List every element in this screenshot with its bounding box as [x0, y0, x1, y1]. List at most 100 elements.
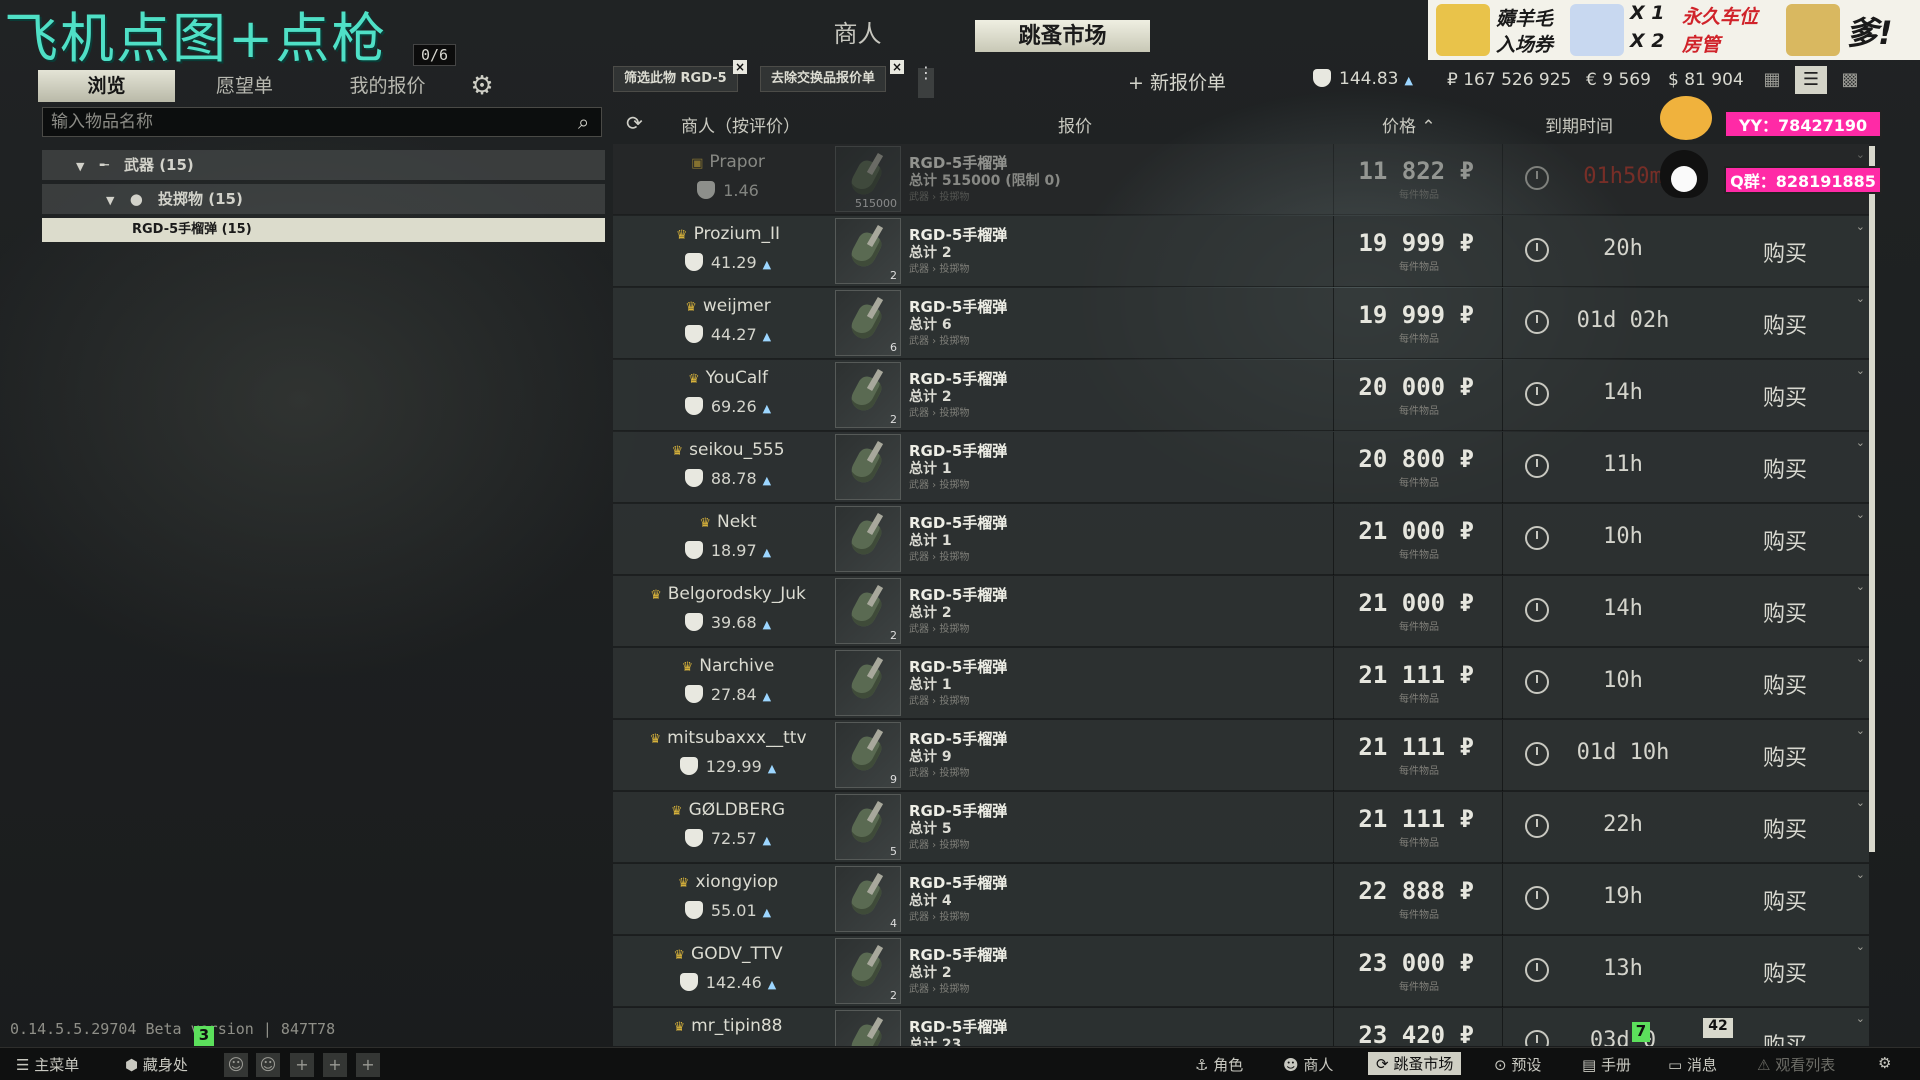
- tab-my-offers[interactable]: 我的报价: [330, 70, 445, 102]
- buy-button[interactable]: 购买: [1703, 236, 1867, 268]
- player-slot-icon[interactable]: ☺: [224, 1053, 248, 1077]
- item-thumbnail[interactable]: [835, 1010, 901, 1046]
- search-icon[interactable]: ⌕: [578, 110, 589, 134]
- offer-row[interactable]: ♛ Belgorodsky_Juk 39.68 ▲ 2 RGD-5手榴弹 总计 2 …: [613, 576, 1869, 647]
- seller-name[interactable]: ♛ YouCalf: [613, 368, 843, 388]
- add-slot-icon[interactable]: +: [290, 1053, 314, 1077]
- tree-weapons[interactable]: ▼ ╾ 武器 (15): [42, 150, 605, 180]
- seller-name[interactable]: ♛ GØLDBERG: [613, 800, 843, 820]
- buy-button[interactable]: 购买: [1703, 524, 1867, 556]
- seller-name[interactable]: ♛ mitsubaxxx__ttv: [613, 728, 843, 748]
- refresh-icon[interactable]: ⟳: [626, 111, 643, 135]
- item-thumbnail[interactable]: 515000: [835, 146, 901, 212]
- offer-row[interactable]: ♛ xiongyiop 55.01 ▲ 4 RGD-5手榴弹 总计 4 武器 › 投…: [613, 864, 1869, 935]
- settings-gear-icon[interactable]: ⚙: [1878, 1054, 1891, 1072]
- add-slot-icon[interactable]: +: [323, 1053, 347, 1077]
- close-icon[interactable]: ×: [890, 60, 904, 74]
- item-thumbnail[interactable]: 2: [835, 938, 901, 1004]
- column-offer[interactable]: 报价: [1058, 112, 1092, 137]
- seller-name[interactable]: ♛ mr_tipin88: [613, 1016, 843, 1036]
- scrollbar[interactable]: [1869, 146, 1875, 852]
- item-thumbnail[interactable]: 5: [835, 794, 901, 860]
- item-thumbnail[interactable]: [835, 506, 901, 572]
- item-thumbnail[interactable]: [835, 434, 901, 500]
- item-thumbnail[interactable]: 6: [835, 290, 901, 356]
- seller-name[interactable]: ♛ xiongyiop: [613, 872, 843, 892]
- chevron-down-icon[interactable]: ⌄: [1856, 436, 1865, 449]
- item-thumbnail[interactable]: 2: [835, 362, 901, 428]
- character-button[interactable]: ⚓ 角色: [1195, 1054, 1243, 1075]
- offer-row[interactable]: ♛ GODV_TTV 142.46 ▲ 2 RGD-5手榴弹 总计 2 武器 › 投…: [613, 936, 1869, 1007]
- item-thumbnail[interactable]: 2: [835, 218, 901, 284]
- item-thumbnail[interactable]: [835, 650, 901, 716]
- chevron-down-icon[interactable]: ⌄: [1856, 652, 1865, 665]
- add-slot-icon[interactable]: +: [356, 1053, 380, 1077]
- column-seller[interactable]: 商人（按评价）: [681, 112, 800, 137]
- new-offer-button[interactable]: + 新报价单: [1128, 68, 1226, 95]
- chevron-down-icon[interactable]: ⌄: [1856, 364, 1865, 377]
- seller-name[interactable]: ♛ Narchive: [613, 656, 843, 676]
- buy-button[interactable]: 购买: [1703, 740, 1867, 772]
- tab-traders[interactable]: 商人: [800, 14, 915, 54]
- buy-button[interactable]: 购买: [1703, 596, 1867, 628]
- chevron-down-icon[interactable]: ⌄: [1856, 868, 1865, 881]
- offer-row[interactable]: ♛ Narchive 27.84 ▲ RGD-5手榴弹 总计 1 武器 › 投掷物 …: [613, 648, 1869, 719]
- tree-rgd5[interactable]: RGD-5手榴弹 (15): [42, 218, 605, 242]
- buy-button[interactable]: 购买: [1703, 452, 1867, 484]
- traders-button[interactable]: ☻ 商人: [1283, 1054, 1333, 1075]
- item-thumbnail[interactable]: 2: [835, 578, 901, 644]
- buy-button[interactable]: 购买: [1703, 884, 1867, 916]
- seller-name[interactable]: ♛ Nekt: [613, 512, 843, 532]
- view-grid-large-icon[interactable]: ▩: [1834, 66, 1866, 94]
- hideout-button[interactable]: ⬢ 藏身处: [125, 1054, 188, 1075]
- search-input[interactable]: 输入物品名称: [42, 107, 602, 137]
- offer-row[interactable]: ♛ GØLDBERG 72.57 ▲ 5 RGD-5手榴弹 总计 5 武器 › 投掷…: [613, 792, 1869, 863]
- offer-row[interactable]: ♛ YouCalf 69.26 ▲ 2 RGD-5手榴弹 总计 2 武器 › 投掷物…: [613, 360, 1869, 431]
- flea-market-button[interactable]: ⟳ 跳蚤市场: [1368, 1052, 1462, 1075]
- view-list-icon[interactable]: ☰: [1795, 66, 1827, 94]
- seller-name[interactable]: ♛ Prozium_II: [613, 224, 843, 244]
- buy-button[interactable]: 购买: [1703, 956, 1867, 988]
- chevron-down-icon[interactable]: ⌄: [1856, 724, 1865, 737]
- filter-chip-item[interactable]: 筛选此物 RGD-5: [613, 66, 738, 92]
- view-grid-small-icon[interactable]: ▦: [1756, 66, 1788, 94]
- column-price[interactable]: 价格 ⌃: [1382, 112, 1436, 137]
- more-options-icon[interactable]: ⋮: [918, 65, 934, 98]
- offer-row[interactable]: ♛ Prozium_II 41.29 ▲ 2 RGD-5手榴弹 总计 2 武器 › …: [613, 216, 1869, 287]
- item-thumbnail[interactable]: 9: [835, 722, 901, 788]
- seller-name[interactable]: ♛ GODV_TTV: [613, 944, 843, 964]
- main-menu-button[interactable]: ☰ 主菜单: [16, 1054, 79, 1075]
- buy-button[interactable]: 购买: [1703, 308, 1867, 340]
- chevron-down-icon[interactable]: ⌄: [1856, 220, 1865, 233]
- chevron-down-icon[interactable]: ⌄: [1856, 508, 1865, 521]
- item-thumbnail[interactable]: 4: [835, 866, 901, 932]
- filter-chip-barter[interactable]: 去除交换品报价单: [760, 66, 887, 92]
- close-icon[interactable]: ×: [733, 60, 747, 74]
- column-expires[interactable]: 到期时间: [1545, 112, 1613, 137]
- chevron-down-icon[interactable]: ⌄: [1856, 580, 1865, 593]
- chevron-down-icon[interactable]: ⌄: [1856, 940, 1865, 953]
- buy-button[interactable]: 购买: [1703, 668, 1867, 700]
- tab-flea-market[interactable]: 跳蚤市场: [975, 20, 1150, 52]
- tab-browse[interactable]: 浏览: [38, 70, 175, 102]
- offer-row[interactable]: ♛ seikou_555 88.78 ▲ RGD-5手榴弹 总计 1 武器 › 投掷…: [613, 432, 1869, 503]
- chevron-down-icon[interactable]: ⌄: [1856, 1012, 1865, 1025]
- presets-button[interactable]: ⊙ 预设: [1494, 1054, 1541, 1075]
- seller-name[interactable]: ▣ Prapor: [613, 152, 843, 172]
- seller-name[interactable]: ♛ seikou_555: [613, 440, 843, 460]
- buy-button[interactable]: 购买: [1703, 380, 1867, 412]
- chevron-down-icon[interactable]: ⌄: [1856, 148, 1865, 161]
- chevron-down-icon[interactable]: ⌄: [1856, 292, 1865, 305]
- tab-wishlist[interactable]: 愿望单: [192, 70, 297, 102]
- gear-icon[interactable]: ⚙: [468, 72, 496, 100]
- tree-throwables[interactable]: ▼ ● 投掷物 (15): [42, 184, 605, 214]
- seller-name[interactable]: ♛ Belgorodsky_Juk: [613, 584, 843, 604]
- watchlist-button[interactable]: ⚠ 观看列表: [1757, 1054, 1835, 1075]
- offer-row[interactable]: ♛ mr_tipin88 RGD-5手榴弹 总计 23 23 420 ₽ 03d …: [613, 1008, 1869, 1046]
- offer-row[interactable]: ♛ weijmer 44.27 ▲ 6 RGD-5手榴弹 总计 6 武器 › 投掷物…: [613, 288, 1869, 359]
- seller-name[interactable]: ♛ weijmer: [613, 296, 843, 316]
- offer-row[interactable]: ♛ Nekt 18.97 ▲ RGD-5手榴弹 总计 1 武器 › 投掷物 21 0…: [613, 504, 1869, 575]
- chevron-down-icon[interactable]: ⌄: [1856, 796, 1865, 809]
- handbook-button[interactable]: ▤ 手册: [1582, 1054, 1631, 1075]
- messages-button[interactable]: ▭ 消息: [1668, 1054, 1717, 1075]
